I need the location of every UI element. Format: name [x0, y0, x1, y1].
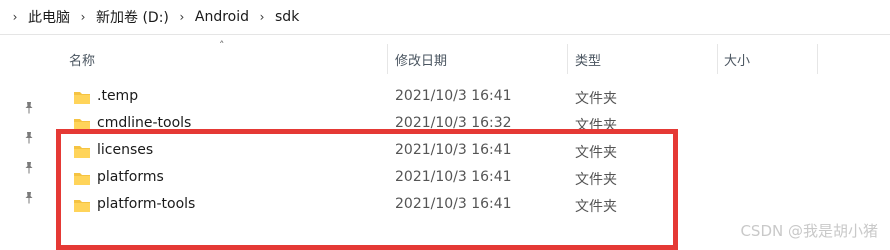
column-divider[interactable] — [387, 44, 388, 74]
column-header-name-label: 名称 — [69, 53, 96, 69]
watermark: CSDN @我是胡小猪 — [740, 222, 878, 240]
file-name: .temp — [97, 88, 139, 104]
breadcrumb: › 此电脑 › 新加卷 (D:) › Android › sdk — [0, 0, 890, 35]
breadcrumb-this-pc[interactable]: 此电脑 — [24, 7, 74, 27]
column-header-name[interactable]: 名称 — [69, 44, 385, 74]
file-date: 2021/10/3 16:41 — [395, 88, 512, 104]
chevron-right-icon[interactable]: › — [253, 10, 271, 24]
column-divider[interactable] — [567, 44, 568, 74]
breadcrumb-drive-d[interactable]: 新加卷 (D:) — [92, 7, 173, 27]
column-header-date-label: 修改日期 — [395, 53, 448, 69]
chevron-right-icon[interactable]: › — [6, 10, 24, 24]
navigation-pane — [0, 35, 46, 247]
column-header-size-label: 大小 — [724, 53, 751, 69]
column-header-size[interactable]: 大小 — [724, 44, 814, 74]
file-type: 文件夹 — [575, 91, 617, 107]
column-divider[interactable] — [717, 44, 718, 74]
pin-icon[interactable] — [22, 191, 38, 207]
chevron-right-icon[interactable]: › — [173, 10, 191, 24]
column-divider[interactable] — [817, 44, 818, 74]
chevron-right-icon[interactable]: › — [74, 10, 92, 24]
pin-icon[interactable] — [22, 131, 38, 147]
table-row[interactable]: .temp 2021/10/3 16:41 文件夹 — [66, 85, 826, 111]
breadcrumb-sdk[interactable]: sdk — [271, 9, 303, 25]
breadcrumb-android[interactable]: Android — [191, 9, 253, 25]
column-header-type-label: 类型 — [575, 53, 602, 69]
column-header-type[interactable]: 类型 — [575, 44, 715, 74]
column-header-date[interactable]: 修改日期 — [395, 44, 565, 74]
folder-icon — [74, 92, 90, 104]
pin-icon[interactable] — [22, 161, 38, 177]
pin-icon[interactable] — [22, 101, 38, 117]
highlight-box — [56, 129, 678, 250]
